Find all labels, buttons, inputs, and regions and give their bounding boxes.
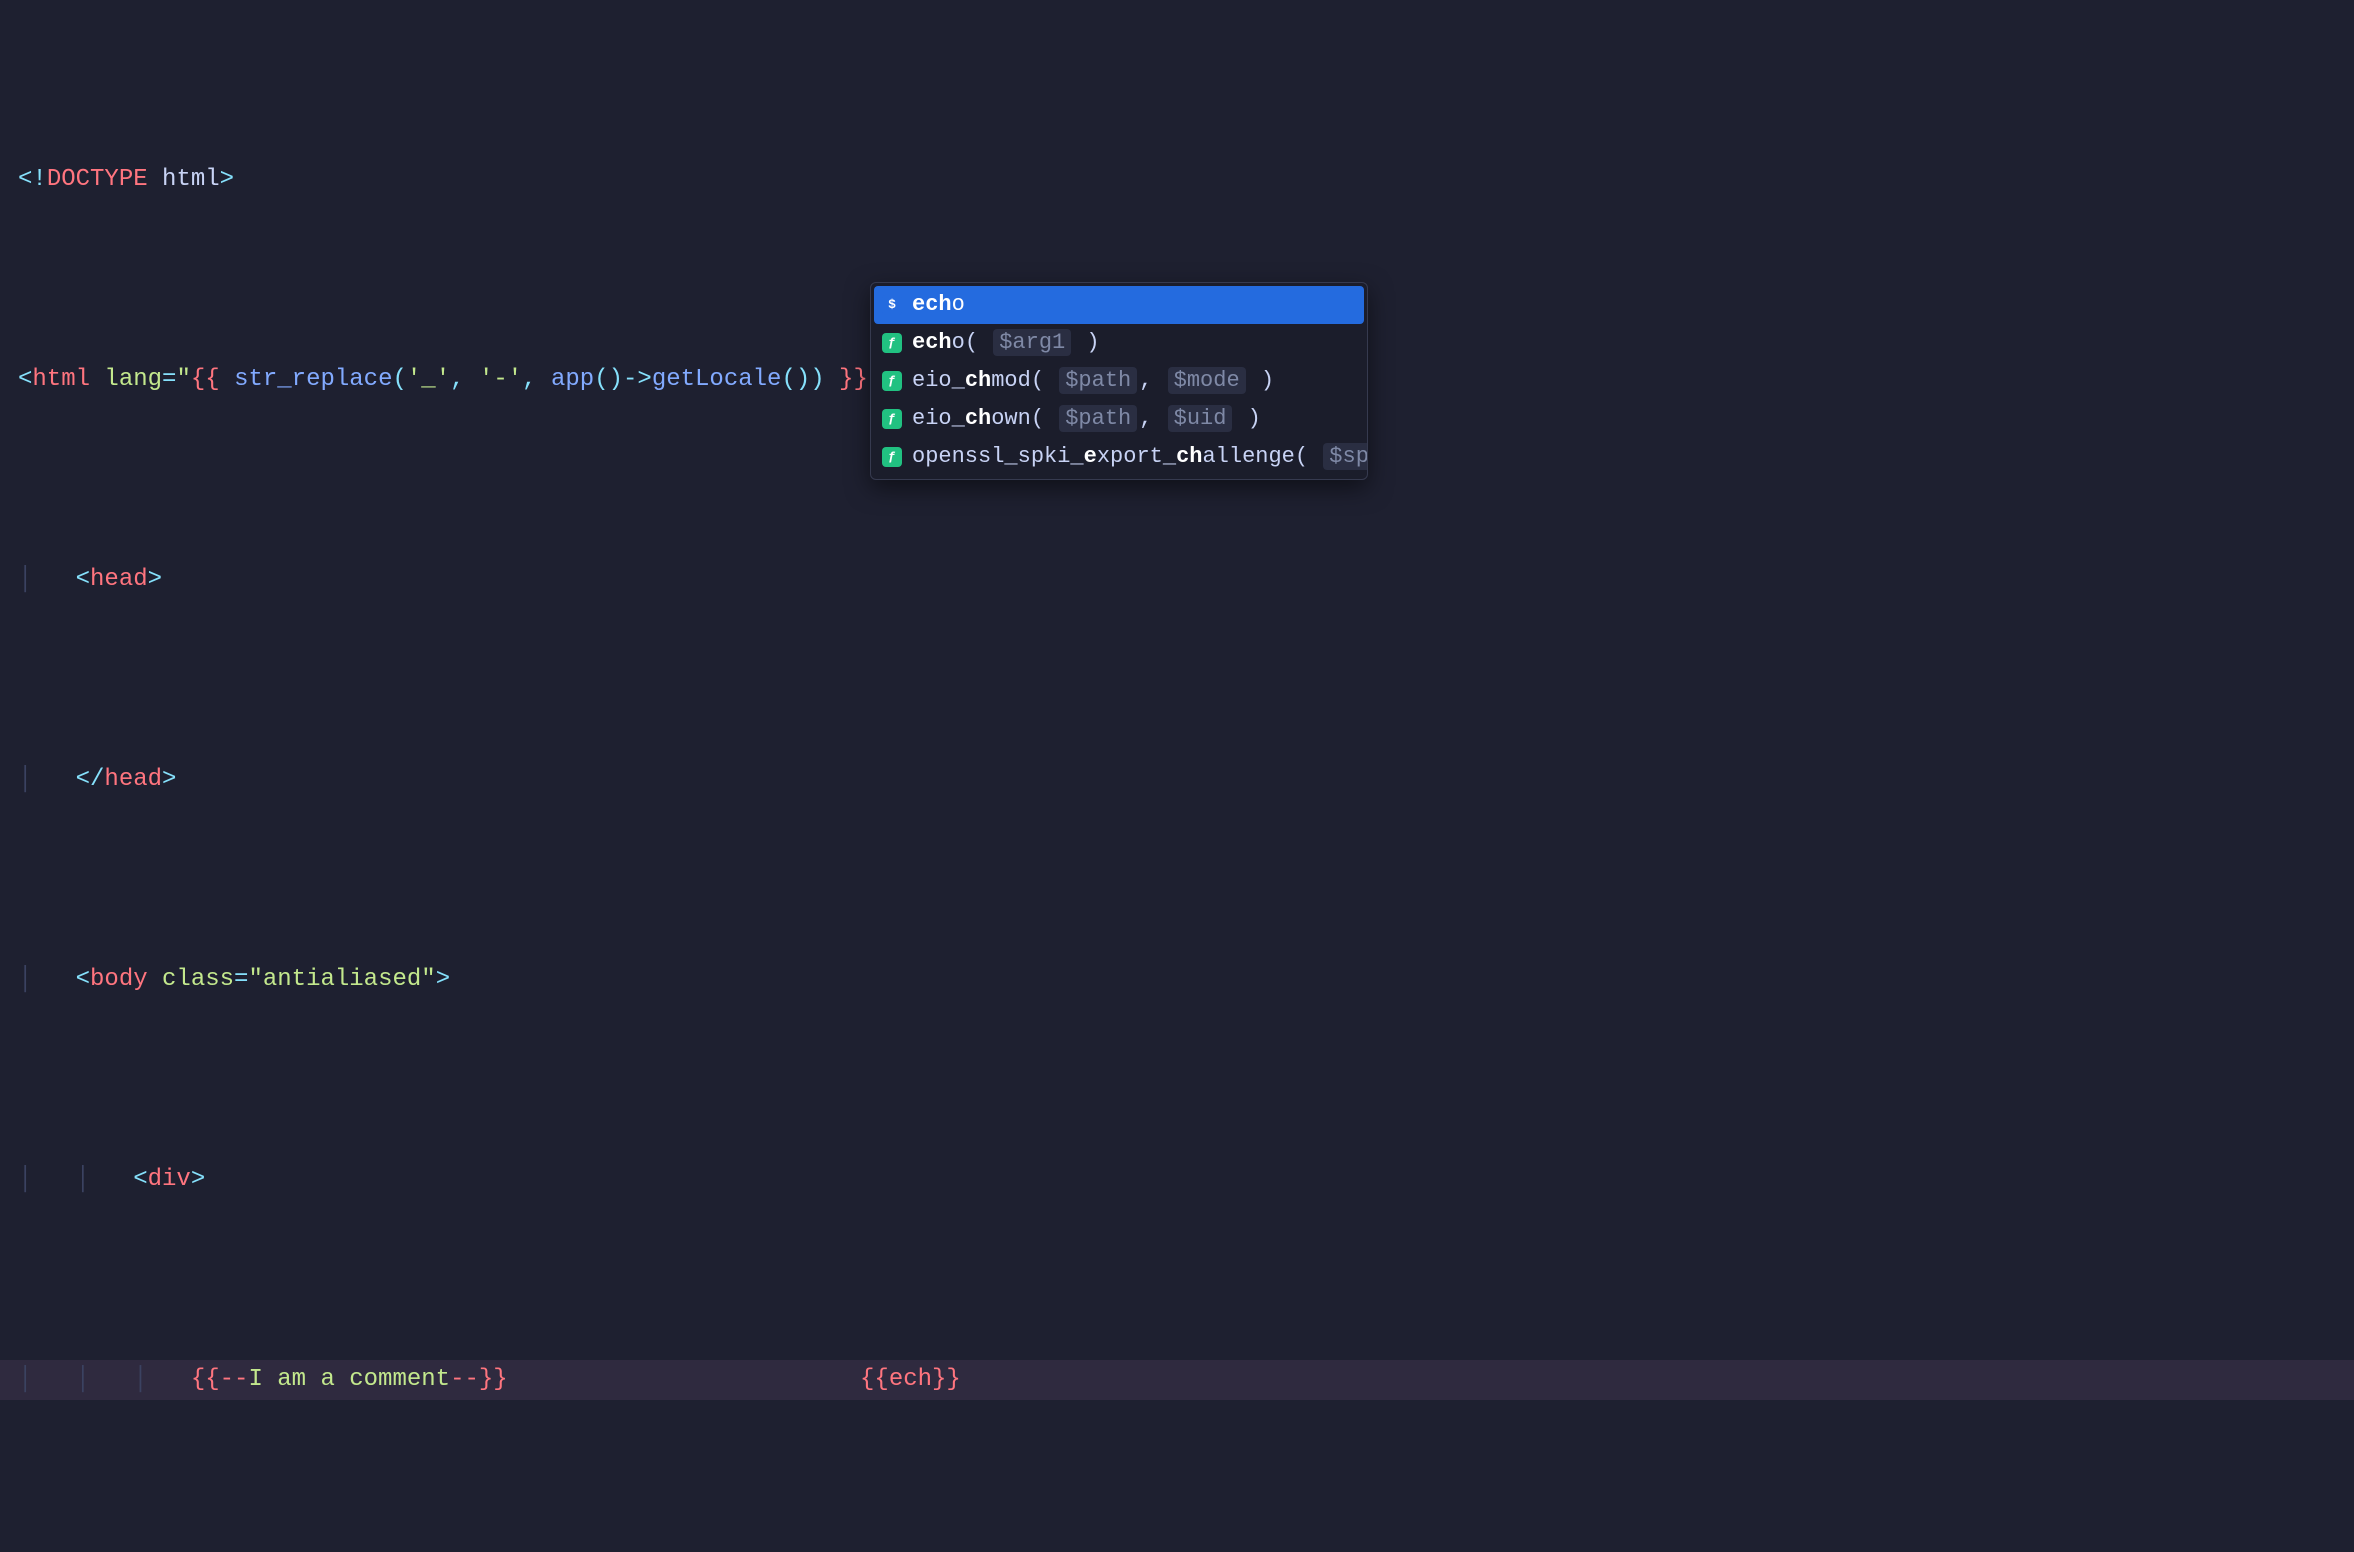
tag: div <box>148 1166 191 1193</box>
blade-open: {{ <box>191 366 234 393</box>
string: '_' <box>407 366 450 393</box>
punct: <! <box>18 166 47 193</box>
tag: body <box>90 966 148 993</box>
code-line: │ <head> <box>0 560 2354 600</box>
typed-partial: ech <box>889 1360 932 1400</box>
code-line-current: │ │ │ {{--I am a comment--}} {{ech}} <box>0 1360 2354 1400</box>
autocomplete-param: $arg1 <box>993 329 1071 356</box>
blade-close: }} <box>825 366 868 393</box>
code-line: <!DOCTYPE html> <box>0 160 2354 200</box>
punct: < <box>18 366 32 393</box>
attr: lang <box>104 366 162 393</box>
punct: < <box>133 1166 147 1193</box>
function-icon: ƒ <box>882 333 902 353</box>
autocomplete-param: $path <box>1059 367 1137 394</box>
blade-open: {{ <box>860 1360 889 1400</box>
code-editor[interactable]: <!DOCTYPE html> <html lang="{{ str_repla… <box>0 0 2354 1552</box>
blade-comment-close: --}} <box>450 1366 508 1393</box>
autocomplete-item[interactable]: ƒ eio_chown( $path, $uid ) <box>874 400 1364 438</box>
autocomplete-item[interactable]: ƒ eio_chmod( $path, $mode ) <box>874 362 1364 400</box>
autocomplete-item[interactable]: $ echo <box>874 286 1364 324</box>
tag: head <box>90 566 148 593</box>
punct: > <box>148 566 162 593</box>
punct: > <box>220 166 234 193</box>
arrow-operator: -> <box>623 366 652 393</box>
attr-value: " <box>176 366 190 393</box>
autocomplete-item[interactable]: ƒ echo( $arg1 ) <box>874 324 1364 362</box>
punct: > <box>162 766 176 793</box>
autocomplete-label: eio_chmod( $path, $mode ) <box>912 362 1274 400</box>
autocomplete-label: echo( $arg1 ) <box>912 324 1100 362</box>
comment-text: I am a comment <box>248 1366 450 1393</box>
punct: </ <box>76 766 105 793</box>
doctype-keyword: DOCTYPE <box>47 166 148 193</box>
autocomplete-item[interactable]: ƒopenssl_spki_export_challenge( $sp ) <box>874 438 1364 476</box>
string: '-' <box>479 366 522 393</box>
tag: html <box>32 366 90 393</box>
attr-value: "antialiased" <box>248 966 435 993</box>
func: app <box>551 366 594 393</box>
autocomplete-param: $mode <box>1168 367 1246 394</box>
autocomplete-label: echo <box>912 286 965 324</box>
func: getLocale <box>652 366 782 393</box>
punct: () <box>594 366 623 393</box>
punct: , <box>522 366 551 393</box>
punct: > <box>191 1166 205 1193</box>
function-icon: ƒ <box>882 447 902 467</box>
autocomplete-param: $path <box>1059 405 1137 432</box>
autocomplete-label: eio_chown( $path, $uid ) <box>912 400 1261 438</box>
autocomplete-param: $uid <box>1168 405 1233 432</box>
punct: < <box>76 966 90 993</box>
func: str_replace <box>234 366 392 393</box>
text: html <box>148 166 220 193</box>
tag: head <box>104 766 162 793</box>
variable-icon: $ <box>882 295 902 315</box>
autocomplete-label: openssl_spki_export_challenge( $sp ) <box>912 438 1368 476</box>
function-icon: ƒ <box>882 409 902 429</box>
punct: < <box>76 566 90 593</box>
punct: > <box>436 966 450 993</box>
function-icon: ƒ <box>882 371 902 391</box>
punct: , <box>450 366 479 393</box>
punct: ()) <box>781 366 824 393</box>
code-line: │ <body class="antialiased"> <box>0 960 2354 1000</box>
blade-close: }} <box>932 1360 961 1400</box>
secondary-cursor-text: {{ech}} <box>860 1360 961 1400</box>
code-line: │ │ <div> <box>0 1160 2354 1200</box>
autocomplete-param: $sp <box>1323 443 1368 470</box>
code-line: │ </head> <box>0 760 2354 800</box>
attr: class <box>162 966 234 993</box>
punct: ( <box>393 366 407 393</box>
punct: = <box>162 366 176 393</box>
punct: = <box>234 966 248 993</box>
autocomplete-popup[interactable]: $echoƒecho( $arg1 )ƒeio_chmod( $path, $m… <box>870 282 1368 480</box>
blade-comment-open: {{-- <box>191 1366 249 1393</box>
